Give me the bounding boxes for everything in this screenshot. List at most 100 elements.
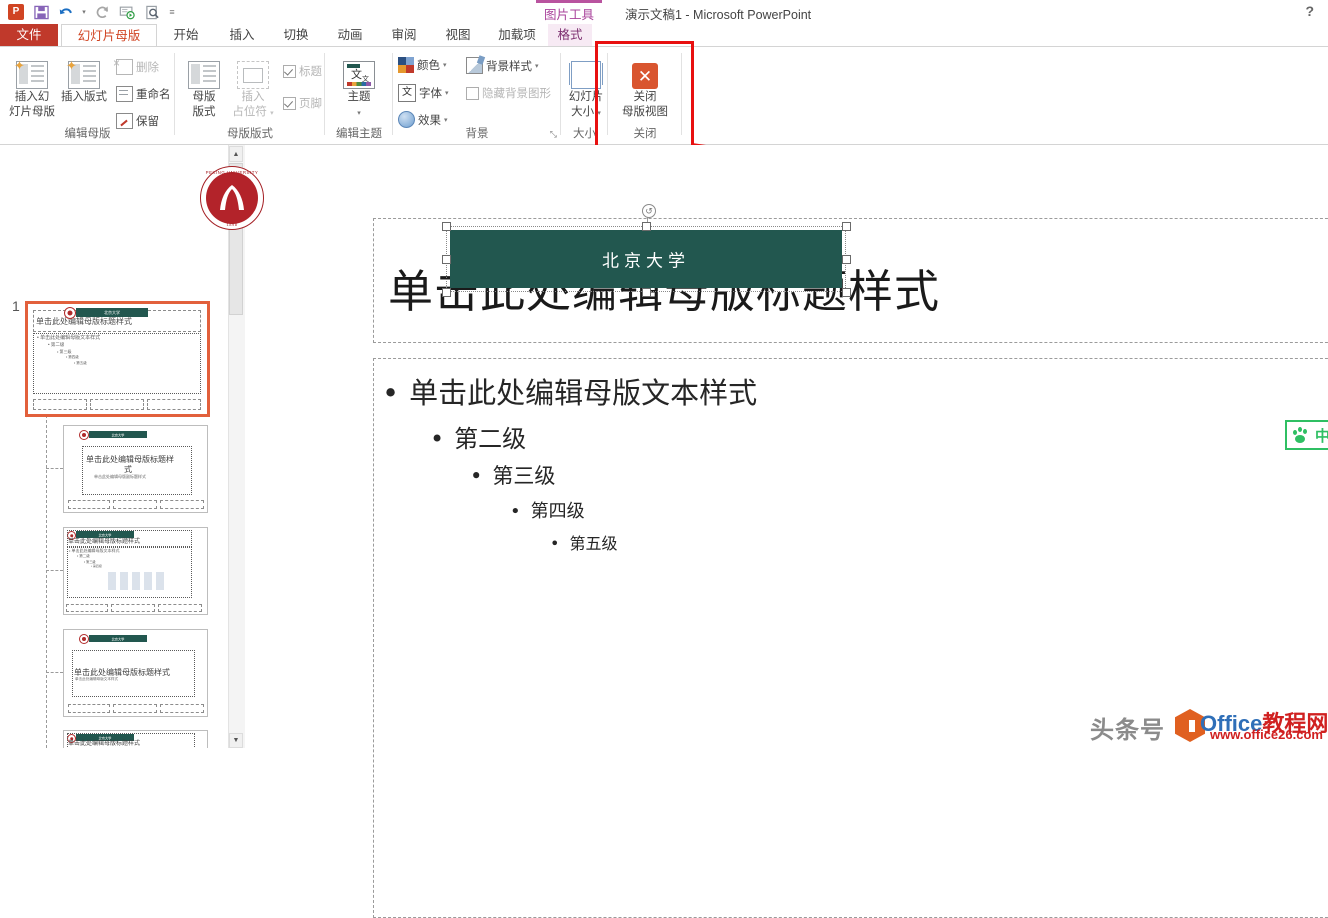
help-icon[interactable]: ? (1305, 3, 1314, 19)
body-level-4[interactable]: • 第四级 (510, 497, 585, 523)
tab-transitions[interactable]: 切换 (270, 24, 322, 46)
layout1-content: 北京大学 单击此处编辑母版标题样 式 单击此处编辑母版副标题样式 (64, 426, 207, 512)
tree-connector-1 (46, 468, 63, 469)
tab-view[interactable]: 视图 (432, 24, 484, 46)
colors-label: 颜色 (417, 60, 440, 72)
ime-mode-label[interactable]: 中 (1315, 425, 1328, 446)
colors-caret-icon[interactable]: ▾ (443, 61, 447, 69)
tab-insert[interactable]: 插入 (216, 24, 268, 46)
tree-connector-3 (46, 672, 63, 673)
tab-home[interactable]: 开始 (160, 24, 212, 46)
section-header-layout-thumbnail[interactable]: 北京大学 单击此处编辑母版标题样式 单击此处编辑母版文本样式 (63, 629, 208, 717)
customize-qat-icon[interactable]: ≡ (165, 2, 179, 22)
ribbon-group-edit-master: ✦ 插入幻 灯片母版 ✦ 插入版式 删除 重命名 保留 (0, 47, 175, 143)
window-title: 演示文稿1 - Microsoft PowerPoint (625, 8, 812, 22)
insert-slide-master-button[interactable]: ✦ 插入幻 灯片母版 (6, 53, 58, 118)
hide-background-graphics-row: 隐藏背景图形 (466, 85, 551, 101)
thumbnail-scroll-up-button[interactable]: ▲ (229, 146, 243, 162)
seal-glyph-svg (220, 185, 244, 210)
body-level-4-text: 第四级 (530, 501, 585, 522)
slide-master-thumbnail[interactable]: 单击此处编辑母版标题样式 北京大学 • 单击此处编辑母版文本样式 • 第二级 •… (25, 301, 210, 417)
slide-master-surface[interactable]: 单击此处编辑母版标题样式 • 单击此处编辑母版文本样式 • 第二级 • 第三级 • 第四… (200, 166, 1328, 918)
tab-file[interactable]: 文件 (0, 24, 58, 46)
body-level-5-text: 第五级 (569, 534, 618, 553)
office-doc-glyph (1185, 719, 1195, 732)
rotation-handle[interactable]: ↺ (642, 204, 656, 218)
undo-caret-glyph: ▾ (82, 9, 86, 16)
theme-caret-icon[interactable]: ▾ (333, 106, 385, 121)
background-styles-button[interactable]: 背景样式 ▾ (466, 57, 539, 74)
effects-caret-icon[interactable]: ▾ (444, 116, 448, 124)
print-preview-icon[interactable] (140, 2, 164, 22)
insert-layout-button[interactable]: ✦ 插入版式 (58, 53, 110, 104)
title-bar: P ▾ ≡ 图片工具 演示文稿1 - Microsoft PowerPoint … (0, 0, 1328, 24)
undo-dropdown-icon[interactable]: ▾ (79, 2, 89, 22)
fonts-caret-icon[interactable]: ▾ (445, 89, 449, 97)
redo-icon[interactable] (90, 2, 114, 22)
print-preview-icon-svg (145, 5, 159, 19)
insert-slide-master-label-1: 插入幻 (14, 91, 50, 103)
theme-button[interactable]: 文文 主题 ▾ (333, 53, 385, 120)
bullet-4-glyph: • (510, 501, 521, 522)
bullet-3-glyph: • (470, 464, 483, 488)
handle-top-right[interactable] (842, 222, 851, 231)
layout2-footer-center (111, 604, 155, 612)
slide-thumbnail-pane[interactable]: 1 单击此处编辑母版标题样式 北京大学 • 单击此处编辑母版文本样式 • 第二级… (0, 145, 229, 748)
hide-bg-graphics-label: 隐藏背景图形 (482, 88, 551, 100)
handle-bottom-center[interactable] (642, 288, 651, 297)
seal-bottom-text: 1898 (226, 222, 238, 227)
handle-middle-left[interactable] (442, 255, 451, 264)
layout3-content: 北京大学 单击此处编辑母版标题样式 单击此处编辑母版文本样式 (64, 630, 207, 716)
group-label-background: 背景 (465, 128, 489, 140)
handle-bottom-left[interactable] (442, 288, 451, 297)
body-level-2[interactable]: • 第二级 (430, 419, 526, 454)
slide-editing-canvas[interactable]: 单击此处编辑母版标题样式 • 单击此处编辑母版文本样式 • 第二级 • 第三级 • 第四… (200, 145, 1328, 918)
theme-label: 主题 (347, 91, 371, 103)
theme-fonts-button[interactable]: 文 字体 ▾ (398, 84, 449, 102)
two-content-layout-thumbnail[interactable]: 北京大学 单击此处编辑母版标题样式 • 单击此处编辑母版文本样式 • 第二级 •… (63, 730, 208, 748)
hide-bg-graphics-checkbox[interactable] (466, 86, 479, 100)
footer-checkbox[interactable] (283, 96, 296, 110)
banner-image[interactable]: 北京大学 (450, 230, 842, 288)
selected-picture[interactable]: ↺ 北京大学 (442, 204, 851, 297)
tab-addins[interactable]: 加载项 (486, 24, 548, 46)
title-checkbox[interactable] (283, 64, 296, 78)
theme-colors-button[interactable]: 颜色 ▾ (398, 57, 447, 73)
tab-format[interactable]: 格式 (548, 24, 592, 46)
thumb-b5: • 第五级 (74, 361, 87, 365)
master-layout-button[interactable]: 母版 版式 (183, 53, 225, 118)
rename-master-button[interactable]: 重命名 (116, 86, 171, 102)
quick-access-toolbar[interactable]: P ▾ ≡ (4, 2, 179, 22)
thumb-b4: • 第四级 (66, 355, 79, 359)
start-slideshow-icon[interactable] (115, 2, 139, 22)
title-slide-layout-thumbnail[interactable]: 北京大学 单击此处编辑母版标题样 式 单击此处编辑母版副标题样式 (63, 425, 208, 513)
master-layout-icon (183, 53, 225, 89)
footer-checkbox-label: 页脚 (299, 98, 322, 110)
body-level-1[interactable]: • 单击此处编辑母版文本样式 (382, 370, 757, 412)
save-icon[interactable] (29, 2, 53, 22)
tab-animations[interactable]: 动画 (324, 24, 376, 46)
tab-review[interactable]: 审阅 (378, 24, 430, 46)
body-level-3[interactable]: • 第三级 (470, 460, 555, 490)
handle-top-center[interactable] (642, 222, 651, 231)
body-level-1-text: 单击此处编辑母版文本样式 (409, 376, 758, 410)
thumb-footer-center (90, 399, 144, 410)
undo-icon[interactable] (54, 2, 78, 22)
insert-layout-icon: ✦ (58, 53, 110, 89)
ime-language-bar[interactable]: 中 (1285, 420, 1328, 450)
insert-slide-master-label-2: 灯片母版 (9, 105, 55, 118)
handle-top-left[interactable] (442, 222, 451, 231)
thumb-b2: • 第二级 (48, 342, 65, 347)
background-styles-caret-icon[interactable]: ▾ (535, 62, 539, 70)
layout-tree-line (46, 415, 47, 748)
ribbon-group-edit-theme: 文文 主题 ▾ 编辑主题 (325, 47, 393, 143)
handle-bottom-right[interactable] (842, 288, 851, 297)
body-level-5[interactable]: • 第五级 (550, 530, 617, 554)
group-label-master-layout: 母版版式 (227, 128, 273, 140)
layout2-content: 北京大学 单击此处编辑母版标题样式 • 单击此处编辑母版文本样式 • 第二级 •… (64, 528, 207, 614)
thumbnail-scroll-down-button[interactable]: ▼ (229, 733, 243, 748)
tab-slide-master[interactable]: 幻灯片母版 (61, 24, 157, 46)
slide-size-label-2-text: 大小 (571, 105, 595, 118)
title-and-content-layout-thumbnail[interactable]: 北京大学 单击此处编辑母版标题样式 • 单击此处编辑母版文本样式 • 第二级 •… (63, 527, 208, 615)
handle-middle-right[interactable] (842, 255, 851, 264)
